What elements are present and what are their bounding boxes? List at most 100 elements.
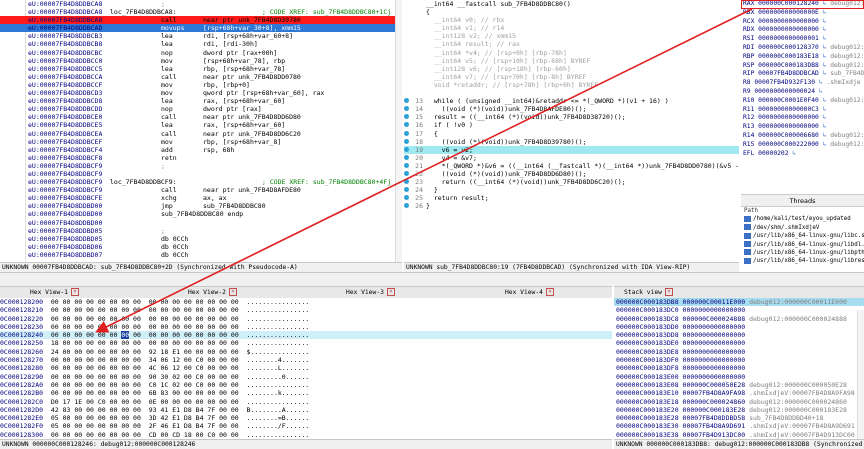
hex-row[interactable]: 0C0001282D0 42 83 00 00 00 00 00 00 93 4… [0,406,612,414]
disasm-line[interactable]: eU:00007FB4D8DDBCF4 add rsp, 68h [0,146,402,154]
hex-row[interactable]: 0C000128270 00 00 00 00 00 00 00 00 34 0… [0,356,612,364]
pseudocode-line[interactable]: __int64 v1; // r14 [404,24,739,32]
jump-arrow-icon[interactable]: ↳ [815,88,826,95]
jump-arrow-icon[interactable]: ↳ [819,70,830,77]
hex-row[interactable]: 0C0001282E0 05 00 00 00 00 00 00 00 3D 4… [0,414,612,422]
disasm-line[interactable]: eU:00007FB4D8DDBCA8 loc_7FB4D8DDBCA8: ; CO… [0,8,402,16]
pseudocode-line[interactable]: 22 ((void (*)(void))unk_7FB4D8DD6D80)(); [404,170,739,178]
jump-arrow-icon[interactable]: ↳ [819,97,830,104]
jump-arrow-icon[interactable]: ↳ [819,114,830,121]
stack-row[interactable]: 000000C000183E10 00007FB4D8A9FA98 .shmIx… [614,389,864,397]
jump-arrow-icon[interactable]: ↳ [819,53,830,60]
close-icon[interactable]: × [228,288,237,296]
module-list[interactable]: /home/kali/test/eyou_updated/dev/shm/.sh… [741,215,864,265]
register-list[interactable]: RAX 000000C000128240 ↳ debug012: RBX 0000… [741,0,864,158]
hex-row[interactable]: 0C000128290 00 00 00 00 00 00 00 00 90 3… [0,373,612,381]
register-row[interactable]: RDI 000000C000128370 ↳ debug012: [741,44,864,53]
register-row[interactable]: RAX 000000C000128240 ↳ debug012: [741,0,864,9]
pseudocode-line[interactable]: 25 return result; [404,194,739,202]
jump-arrow-icon[interactable]: ↳ [819,44,830,51]
disasm-line[interactable]: eU:00007FB4D8DDBCCF mov rbp, [rbp+0] [0,81,402,89]
hex-row[interactable]: 0C000128300 00 00 00 00 00 00 00 00 CD 0… [0,431,612,439]
disasm-line[interactable]: eU:00007FB4D8DDBCEA call near ptr unk_7FB4… [0,130,402,138]
disasm-line[interactable]: eU:00007FB4D8DDBCB8 lea rdi, [rdi-30h] [0,40,402,48]
hex-row[interactable]: 0C000128200 00 00 00 00 00 00 00 00 00 0… [0,298,612,306]
module-item[interactable]: /home/kali/test/eyou_updated [741,215,864,223]
register-row[interactable]: EFL 00000202 ↳ [741,150,864,159]
disasm-line[interactable]: eU:00007FB4D8DDBCD3 mov qword ptr [rsp+68h… [0,89,402,97]
tab-hex-view-2[interactable]: Hex View-2 × [188,287,298,298]
jump-arrow-icon[interactable]: ↳ [819,132,830,139]
jump-arrow-icon[interactable]: ↳ [819,0,830,7]
register-row[interactable]: RSP 000000C000183DB8 ↳ debug012: [741,62,864,71]
stack-view-pane[interactable]: 000000C000183DB8 000000C00011E000 debug0… [614,298,864,449]
register-row[interactable]: R11 00000000000000C3 ↳ [741,106,864,115]
hex-row[interactable]: 0C0001282A0 00 00 00 00 00 00 00 00 C0 1… [0,381,612,389]
close-icon[interactable]: × [545,288,554,296]
hex-row[interactable]: 0C0001282B0 00 00 00 00 00 00 00 00 6B 8… [0,389,612,397]
register-row[interactable]: RDX 0000000000000000 ↳ [741,26,864,35]
stack-row[interactable]: 000000C000183DE0 0000000000000000 [614,339,864,347]
path-column-header[interactable]: Path [741,207,864,215]
general-registers-pane[interactable]: RAX 000000C000128240 ↳ debug012: RBX 0000… [741,0,864,180]
pseudocode-line[interactable]: { [404,8,739,16]
disasm-line[interactable]: eU:00007FB4D8DDBD07 db 0CCh [0,251,402,259]
disasm-line[interactable]: eU:00007FB4D8DDBD00 [0,219,402,227]
pseudocode-line[interactable]: __int64 result; // rax [404,40,739,48]
pseudocode-line[interactable]: 13 while ( (unsigned __int64)&retaddr <=… [404,97,739,105]
jump-arrow-icon[interactable]: ↳ [819,9,830,16]
hex-row[interactable]: 0C000128280 00 00 00 00 00 00 00 00 4C 0… [0,364,612,372]
disasm-line[interactable]: eU:00007FB4D8DDBD00 jmp sub_7FB4D8DDBC80 [0,202,402,210]
disasm-line[interactable]: eU:00007FB4D8DDBCF8 retn [0,154,402,162]
ida-view-pane[interactable]: eU:00007FB4D8DDBCA8; eU:00007FB4D8DDBCA8 l… [0,0,402,272]
module-item[interactable]: /dev/shm/.shmIxdjeV [741,224,864,232]
pseudocode-line[interactable]: 17 { [404,130,739,138]
module-item[interactable]: /usr/lib/x86_64-linux-gnu/libpthr [741,249,864,257]
pseudocode-line[interactable] [404,89,739,97]
tab-hex-view-4[interactable]: Hex View-4 × [505,287,605,298]
hex-row[interactable]: 0C000128210 00 00 00 00 00 00 00 00 00 0… [0,306,612,314]
disasm-line[interactable]: eU:00007FB4D8DDBCEF mov rbp, [rsp+68h+var_… [0,138,402,146]
register-row[interactable]: R8 00007FB4D932F130 ↳ .shmIxdje [741,79,864,88]
pseudocode-line[interactable]: __int64 v5; // [rsp+10h] [rbp-68h] BYREF [404,57,739,65]
register-row[interactable]: RBP 000000C000183E18 ↳ debug012: [741,53,864,62]
jump-arrow-icon[interactable]: ↳ [819,141,830,148]
pseudocode-line[interactable]: 23 return ((__int64 (*)(void))unk_7FB4D8… [404,178,739,186]
stack-row[interactable]: 000000C000183E20 000000C000183E28 debug0… [614,406,864,414]
stack-row[interactable]: 000000C000183E28 00007FB4D8DDBD58 sub_7F… [614,414,864,422]
hex-row[interactable]: 0C000128250 18 00 00 00 00 00 00 00 00 0… [0,339,612,347]
stack-row[interactable]: 000000C000183DF8 0000000000000000 [614,364,864,372]
stack-row[interactable]: 000000C000183DE8 0000000000000000 [614,348,864,356]
pseudocode-line[interactable]: 19 v6 = v2; [404,145,739,154]
stack-row[interactable]: 000000C000183E18 000000C000024860 debug0… [614,398,864,406]
hex-row[interactable]: 0C0001282C0 D0 17 1E 00 C0 00 00 00 0E 0… [0,398,612,406]
pseudocode-listing[interactable]: __int64 __fastcall sub_7FB4D8DDBC80(){ _… [404,0,739,210]
stack-list[interactable]: 000000C000183DB8 000000C00011E000 debug0… [614,298,864,439]
disasm-line[interactable]: eU:00007FB4D8DDBD05; [0,227,402,235]
stack-row[interactable]: 000000C000183E30 00007FB4D8A9D691 .shmIx… [614,422,864,430]
disasm-line[interactable]: eU:00007FB4D8DDBCD8 lea rax, [rsp+68h+var_… [0,97,402,105]
jump-arrow-icon[interactable]: ↳ [819,18,830,25]
disasm-line[interactable]: eU:00007FB4D8DDBCAD movups [rsp+68h+var_30… [0,24,402,33]
hex-row[interactable]: 0C000128230 00 00 00 00 00 00 00 00 00 0… [0,323,612,331]
disasm-line[interactable]: eU:00007FB4D8DDBCF9 call near ptr unk_7FB4… [0,186,402,194]
hex-row[interactable]: 0C000128220 00 00 00 00 00 00 00 00 00 0… [0,315,612,323]
pseudocode-line[interactable]: 20 v4 = &v7; [404,154,739,162]
tab-stack-view[interactable]: Stack view × [624,287,724,298]
register-row[interactable]: R14 000000C000006680 ↳ debug012: [741,132,864,141]
hex-row[interactable]: 0C000128260 24 00 00 00 00 00 00 00 92 1… [0,348,612,356]
pseudocode-line[interactable]: __int64 *v4; // [rsp+0h] [rbp-78h] [404,49,739,57]
stack-row[interactable]: 000000C000183DC0 0000000000000000 [614,306,864,314]
disasm-line[interactable]: eU:00007FB4D8DDBD05 db 0CCh [0,235,402,243]
pseudocode-line[interactable]: 26} [404,202,739,210]
pseudocode-line[interactable]: __int64 __fastcall sub_7FB4D8DDBC80() [404,0,739,8]
stack-row[interactable]: 000000C000183DD0 0000000000000000 [614,323,864,331]
disasm-line[interactable]: eU:00007FB4D8DDBCF9 loc_7FB4D8DDBCF9: ; CO… [0,178,402,186]
disasm-line[interactable]: eU:00007FB4D8DDBCC0 mov [rsp+68h+var_78], … [0,57,402,65]
disasm-line[interactable]: eU:00007FB4D8DDBCB3 lea rdi, [rsp+68h+var_… [0,32,402,40]
jump-arrow-icon[interactable]: ↳ [815,79,826,86]
pseudocode-line[interactable]: 24 } [404,186,739,194]
register-row[interactable]: R10 000000C0001E0F40 ↳ debug012: [741,97,864,106]
register-row[interactable]: R12 0000000000000000 ↳ [741,114,864,123]
close-icon[interactable]: × [386,288,395,296]
